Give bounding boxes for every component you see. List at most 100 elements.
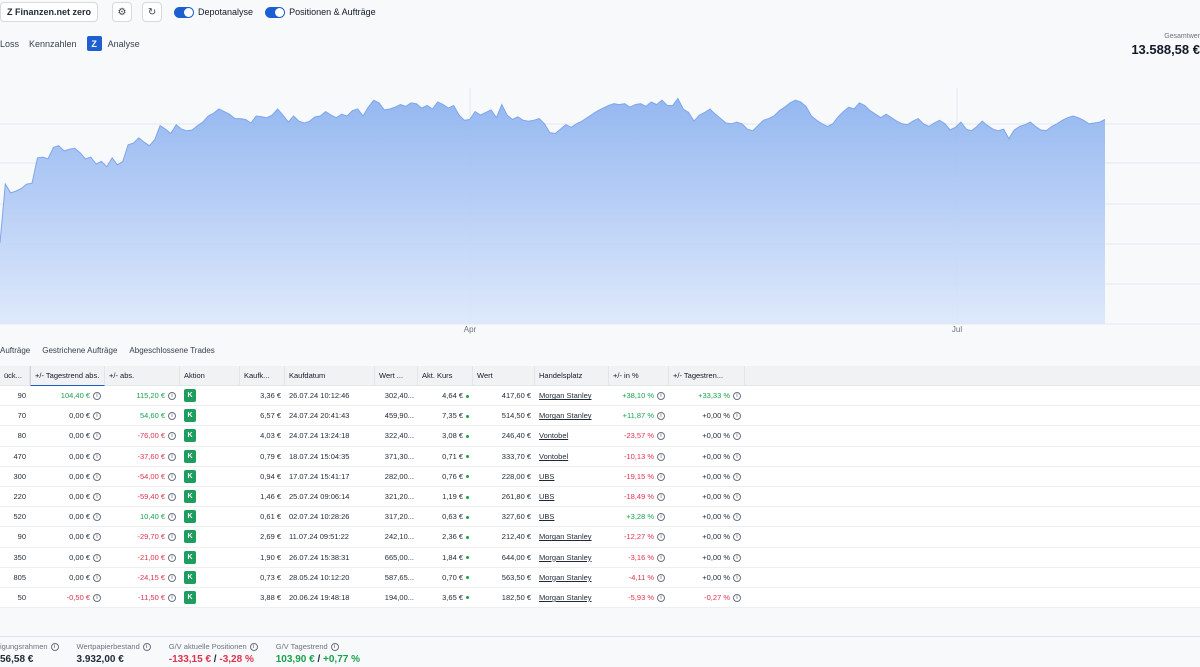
info-icon[interactable]: i	[733, 533, 741, 542]
tab-kennzahlen[interactable]: Kennzahlen	[29, 39, 77, 49]
info-icon[interactable]: i	[657, 553, 665, 562]
info-icon[interactable]: i	[733, 472, 741, 481]
info-icon[interactable]: i	[93, 493, 101, 502]
buy-action-button[interactable]: K	[184, 389, 196, 403]
table-row[interactable]: 90 104,40 € i 115,20 € i K 3,36 €26.07.24 10:1…	[0, 386, 1200, 407]
buy-action-button[interactable]: K	[184, 570, 196, 584]
table-row[interactable]: 50 -0,50 € i -11,50 € i K 3,88 €20.06.24 19:48…	[0, 587, 1200, 609]
info-icon[interactable]: i	[168, 412, 176, 421]
info-icon[interactable]: i	[168, 493, 176, 502]
table-row[interactable]: 350 0,00 € i -21,00 € i K 1,90 €26.07.24 15:38…	[0, 547, 1200, 568]
venue-link[interactable]: UBS	[539, 512, 554, 521]
buy-action-button[interactable]: K	[184, 449, 196, 463]
info-icon[interactable]: i	[93, 392, 101, 401]
table-row[interactable]: 70 0,00 € i 54,60 € i K 6,57 €24.07.24 20:41:4…	[0, 406, 1200, 427]
buy-action-button[interactable]: K	[184, 550, 196, 564]
buy-action-button[interactable]: K	[184, 429, 196, 443]
table-row[interactable]: 80 0,00 € i -76,00 € i K 4,03 €24.07.24 13:24:…	[0, 426, 1200, 447]
info-icon[interactable]: i	[93, 472, 101, 481]
info-icon[interactable]: i	[657, 573, 665, 582]
buy-action-button[interactable]: K	[184, 490, 196, 504]
info-icon[interactable]: i	[168, 432, 176, 441]
col-handelsplatz[interactable]: Handelsplatz	[535, 365, 609, 386]
info-icon[interactable]: i	[657, 452, 665, 461]
venue-link[interactable]: Morgan Stanley	[539, 593, 592, 602]
table-row[interactable]: 220 0,00 € i -59,40 € i K 1,46 €25.07.24 09:06…	[0, 486, 1200, 508]
col-aktion[interactable]: Aktion	[180, 365, 240, 386]
venue-link[interactable]: Morgan Stanley	[539, 411, 592, 420]
table-row[interactable]: 805 0,00 € i -24,15 € i K 0,73 €28.05.24 10:12…	[0, 567, 1200, 588]
info-icon[interactable]: i	[93, 513, 101, 522]
info-icon[interactable]: i	[733, 432, 741, 441]
info-icon[interactable]: i	[733, 513, 741, 522]
col-kaufwert[interactable]: Wert ...	[375, 365, 418, 386]
info-icon[interactable]: i	[657, 493, 665, 502]
buy-action-button[interactable]: K	[184, 469, 196, 483]
info-icon[interactable]: i	[657, 472, 665, 481]
toggle-positionen[interactable]: Positionen & Aufträge	[265, 6, 376, 18]
table-row[interactable]: 520 0,00 € i 10,40 € i K 0,61 €02.07.24 10:28:…	[0, 507, 1200, 528]
col-pct[interactable]: +/- in %	[609, 365, 669, 386]
col-akt-kurs[interactable]: Akt. Kurs	[418, 365, 473, 386]
buy-action-button[interactable]: K	[184, 510, 196, 524]
refresh-icon[interactable]: ↻	[142, 2, 163, 22]
buy-action-button[interactable]: K	[184, 590, 196, 604]
info-icon[interactable]: i	[168, 472, 176, 481]
toggle-switch-icon[interactable]	[265, 6, 286, 18]
info-icon[interactable]: i	[657, 392, 665, 401]
info-icon[interactable]: i	[657, 513, 665, 522]
info-icon[interactable]: i	[93, 432, 101, 441]
info-icon[interactable]: i	[733, 593, 741, 602]
toggle-depotanalyse[interactable]: Depotanalyse	[174, 6, 253, 18]
venue-link[interactable]: Morgan Stanley	[539, 391, 592, 400]
info-icon[interactable]: i	[330, 643, 339, 652]
info-icon[interactable]: i	[733, 573, 741, 582]
venue-link[interactable]: Morgan Stanley	[539, 553, 592, 562]
info-icon[interactable]: i	[93, 573, 101, 582]
info-icon[interactable]: i	[142, 643, 151, 652]
tab-loss[interactable]: Loss	[0, 39, 19, 49]
subtab-gestrichene[interactable]: Gestrichene Aufträge	[42, 346, 117, 355]
venue-link[interactable]: Vontobel	[539, 452, 568, 461]
col-tagestrend-abs[interactable]: +/- Tagestrend abs.	[30, 365, 105, 386]
info-icon[interactable]: i	[657, 533, 665, 542]
info-icon[interactable]: i	[657, 432, 665, 441]
subtab-abgeschlossene[interactable]: Abgeschlossene Trades	[129, 346, 214, 355]
account-selector[interactable]: Z Finanzen.net zero	[0, 2, 99, 22]
col-kaufdatum[interactable]: Kaufdatum	[285, 365, 375, 386]
info-icon[interactable]: i	[168, 392, 176, 401]
info-icon[interactable]: i	[168, 452, 176, 461]
info-icon[interactable]: i	[168, 593, 176, 602]
subtab-auftraege[interactable]: Aufträge	[0, 346, 30, 355]
table-row[interactable]: 300 0,00 € i -54,00 € i K 0,94 €17.07.24 15:41…	[0, 466, 1200, 487]
col-kaufkurs[interactable]: Kaufk...	[240, 365, 285, 386]
table-row[interactable]: 90 0,00 € i -29,70 € i K 2,69 €11.07.24 09:51:…	[0, 527, 1200, 548]
info-icon[interactable]: i	[93, 412, 101, 421]
tab-analyse[interactable]: Z Analyse	[86, 36, 140, 51]
info-icon[interactable]: i	[168, 513, 176, 522]
info-icon[interactable]: i	[733, 392, 741, 401]
col-stueck[interactable]: ück...	[0, 365, 30, 386]
info-icon[interactable]: i	[168, 573, 176, 582]
info-icon[interactable]: i	[93, 593, 101, 602]
info-icon[interactable]: i	[733, 553, 741, 562]
venue-link[interactable]: UBS	[539, 492, 554, 501]
info-icon[interactable]: i	[657, 593, 665, 602]
info-icon[interactable]: i	[168, 533, 176, 542]
venue-link[interactable]: Morgan Stanley	[539, 573, 592, 582]
venue-link[interactable]: UBS	[539, 472, 554, 481]
info-icon[interactable]: i	[733, 493, 741, 502]
info-icon[interactable]: i	[50, 643, 59, 652]
info-icon[interactable]: i	[249, 643, 258, 652]
buy-action-button[interactable]: K	[184, 530, 196, 544]
toggle-switch-icon[interactable]	[174, 6, 195, 18]
portfolio-chart[interactable]: Apr Jul	[0, 88, 1200, 338]
col-wert[interactable]: Wert	[473, 365, 535, 386]
buy-action-button[interactable]: K	[184, 409, 196, 423]
info-icon[interactable]: i	[93, 452, 101, 461]
venue-link[interactable]: Vontobel	[539, 431, 568, 440]
info-icon[interactable]: i	[93, 553, 101, 562]
table-row[interactable]: 470 0,00 € i -37,60 € i K 0,79 €18.07.24 15:04…	[0, 446, 1200, 467]
info-icon[interactable]: i	[733, 452, 741, 461]
col-abs[interactable]: +/- abs.	[105, 365, 180, 386]
